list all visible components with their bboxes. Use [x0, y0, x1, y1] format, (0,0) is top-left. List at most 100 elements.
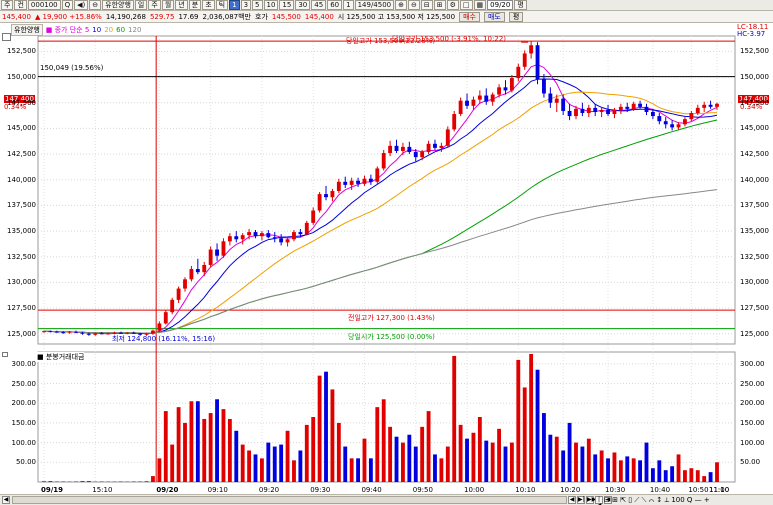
price-axis-label: 137,500 [7, 201, 36, 210]
toolbar-button[interactable]: 분 [188, 0, 202, 10]
volume-bar [458, 424, 463, 482]
candle-body [676, 124, 681, 128]
candle-body [183, 279, 187, 289]
volume-bar [330, 389, 335, 482]
volume-bar [567, 422, 572, 482]
horizontal-scrollbar[interactable] [12, 496, 567, 504]
candle-body [157, 323, 162, 331]
chart-nav-button[interactable]: ◀ [568, 496, 576, 504]
toolbar-button[interactable]: 60 [327, 0, 343, 10]
chart-options-icon[interactable] [2, 33, 11, 41]
toolbar-button[interactable]: 1 [343, 0, 354, 10]
toolbar-button[interactable]: 주 [148, 0, 161, 10]
candle-body [593, 107, 598, 112]
volume-bar [484, 440, 489, 482]
day-high-point-label: 당일고가 153,500 (-3.91%, 10:22) [392, 35, 507, 43]
toolbar-button[interactable]: 45 [311, 0, 327, 10]
volume-bar [253, 454, 258, 482]
candle-body [394, 145, 399, 151]
footer-bar: ◀ ◀▶|▶▶|◀◀ ⊟ ⊞ ⇱ ▯ ⟋ ⟍ ⌒ ↕ ⟂ 100 Q — + [0, 494, 773, 505]
candle-body [631, 103, 636, 109]
candle-body [708, 104, 713, 107]
toolbar-button[interactable]: 15 [279, 0, 295, 10]
stock-chart[interactable] [0, 23, 773, 494]
toolbar-button[interactable]: 컨 [14, 0, 27, 10]
volume-bar [670, 466, 675, 482]
volume-ratio: 17.69 [178, 12, 199, 21]
toolbar-button[interactable]: ⊞ [433, 0, 446, 10]
evaluate-button[interactable]: 평 [508, 11, 524, 22]
current-price: 145,400 [2, 12, 31, 21]
volume-bar [689, 468, 694, 482]
date-field[interactable]: 09/20 [487, 0, 514, 10]
candle-body [304, 222, 309, 235]
toolbar-button[interactable]: 유한양행 [102, 0, 134, 10]
toolbar-button[interactable]: 월 [161, 0, 175, 10]
volume-bar [561, 450, 566, 482]
volume-bar [715, 462, 719, 482]
candle-body [638, 103, 643, 107]
toolbar-button[interactable]: Q [61, 0, 74, 10]
toolbar-button[interactable]: ⊟ [420, 0, 433, 10]
volume-bar [586, 438, 591, 482]
price-axis-label: 140,000 [740, 175, 769, 184]
candle-body [606, 109, 610, 115]
toolbar-button[interactable]: 주 [1, 0, 14, 10]
candle-body [317, 194, 322, 211]
price-axis-label: 147,500 [7, 98, 36, 107]
toolbar-button[interactable]: 10 [263, 0, 279, 10]
candle-body [272, 237, 277, 239]
price-axis-label: 125,000 [740, 329, 769, 338]
toolbar-button[interactable]: 30 [295, 0, 311, 10]
toolbar-button[interactable]: 일 [134, 0, 148, 10]
price-axis-label: 125,000 [7, 329, 36, 338]
candle-body [234, 236, 239, 240]
toolbar-button[interactable]: 틱 [215, 0, 229, 10]
toolbar-button[interactable]: ⊕ [395, 0, 407, 10]
buy-button[interactable]: 매수 [459, 11, 480, 22]
candle-body [433, 143, 437, 148]
price-axis-label: 130,000 [740, 278, 769, 287]
toolbar-button[interactable]: ⊖ [408, 0, 420, 10]
toolbar-button[interactable]: 5 [252, 0, 263, 10]
share-button[interactable]: 평 [514, 0, 527, 10]
toolbar-button[interactable]: 000100 [27, 0, 61, 10]
candle-body [715, 103, 719, 107]
zoom-controls[interactable]: ⊟ ⊞ ⇱ ▯ ⟋ ⟍ ⌒ ↕ ⟂ 100 Q — + [604, 495, 710, 505]
candle-body [612, 109, 617, 115]
candle-body [292, 232, 296, 240]
candle-body [452, 114, 457, 130]
toolbar-button[interactable]: 초 [202, 0, 215, 10]
legend-item: 20 [104, 26, 114, 34]
candle-body [298, 232, 303, 235]
price-panel [37, 35, 736, 345]
chart-legend: 유한양행 ■ 종가 단순 5 10 20 60 120 [11, 24, 142, 36]
candle-body [586, 107, 591, 113]
toolbar-button[interactable]: 149/4500 [354, 0, 395, 10]
toolbar-button[interactable]: 1 [229, 0, 240, 10]
chart-nav-button[interactable]: |◀ [595, 496, 603, 505]
candle-body [618, 106, 623, 110]
volume-options-icon[interactable] [2, 352, 8, 357]
time-axis-label: 10:40 [649, 486, 671, 494]
volume-bar [202, 418, 207, 482]
toolbar-button[interactable]: 3 [240, 0, 252, 10]
toolbar-button[interactable]: ⊖ [89, 0, 102, 10]
volume-bar [695, 470, 700, 482]
toolbar-button[interactable]: ⚙ [446, 0, 459, 10]
chart-nav-button[interactable]: ▶| [577, 496, 585, 504]
toolbar-button[interactable]: ◀) [74, 0, 89, 10]
toolbar-button[interactable]: □ [459, 0, 473, 10]
toolbar-button[interactable]: ▦ [473, 0, 487, 10]
chart-title[interactable]: 유한양행 [11, 24, 43, 36]
chart-nav-button[interactable]: ▶▶ [586, 496, 596, 504]
volume-bar [683, 470, 687, 482]
candle-body [548, 93, 553, 103]
candle-body [343, 181, 348, 185]
volume-bar [247, 450, 252, 482]
sell-button[interactable]: 매도 [483, 11, 505, 22]
volume-bar [401, 442, 405, 482]
toolbar-button[interactable]: 년 [175, 0, 188, 10]
volume-bar [612, 452, 617, 482]
scroll-left-button[interactable]: ◀ [2, 496, 10, 504]
